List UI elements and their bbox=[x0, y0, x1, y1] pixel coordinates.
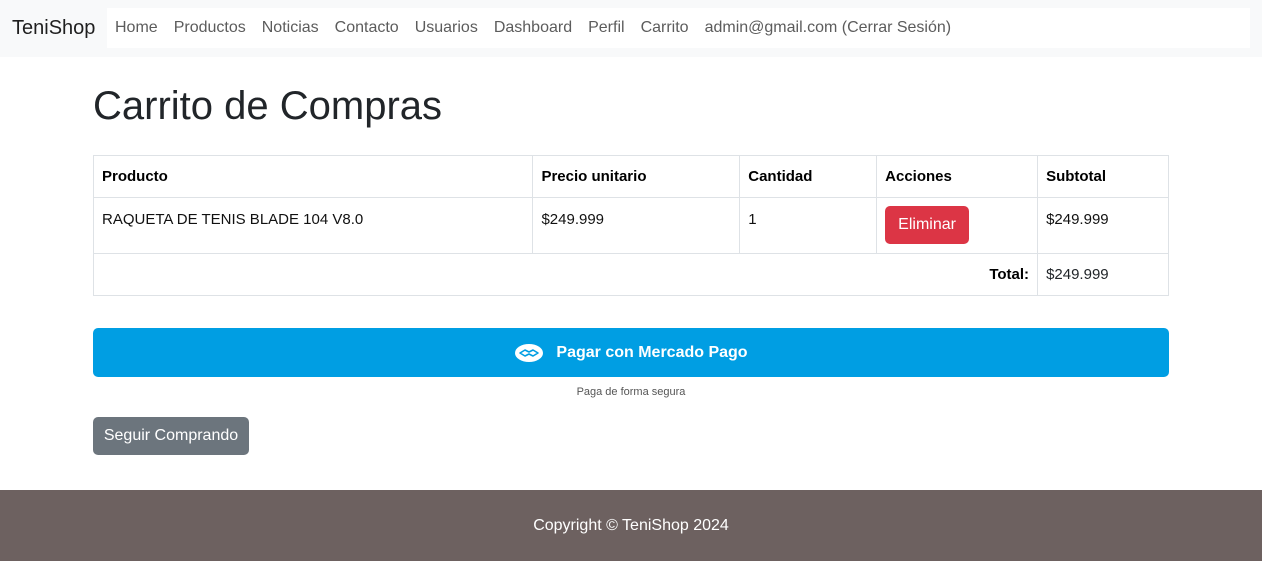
nav-home[interactable]: Home bbox=[107, 19, 166, 37]
navbar: TeniShop Home Productos Noticias Contact… bbox=[0, 0, 1262, 57]
nav-logout[interactable]: admin@gmail.com (Cerrar Sesión) bbox=[697, 19, 960, 37]
footer: Copyright © TeniShop 2024 bbox=[0, 490, 1262, 561]
continue-shopping-button[interactable]: Seguir Comprando bbox=[93, 417, 249, 455]
nav-links: Home Productos Noticias Contacto Usuario… bbox=[107, 8, 1250, 48]
nav-contacto[interactable]: Contacto bbox=[327, 19, 407, 37]
nav-carrito[interactable]: Carrito bbox=[633, 19, 697, 37]
brand-link[interactable]: TeniShop bbox=[12, 17, 95, 40]
header-acciones: Acciones bbox=[876, 155, 1039, 198]
cell-product: RAQUETA DE TENIS BLADE 104 V8.0 bbox=[92, 197, 534, 254]
cell-subtotal: $249.999 bbox=[1037, 197, 1169, 254]
cell-actions: Eliminar bbox=[876, 197, 1039, 254]
mercado-pago-button[interactable]: Pagar con Mercado Pago bbox=[93, 328, 1169, 377]
nav-noticias[interactable]: Noticias bbox=[254, 19, 327, 37]
cart-table: Producto Precio unitario Cantidad Accion… bbox=[92, 155, 1169, 296]
header-cantidad: Cantidad bbox=[739, 155, 878, 198]
table-row: RAQUETA DE TENIS BLADE 104 V8.0 $249.999… bbox=[92, 197, 1169, 254]
header-subtotal: Subtotal bbox=[1037, 155, 1169, 198]
table-header-row: Producto Precio unitario Cantidad Accion… bbox=[92, 155, 1169, 198]
nav-usuarios[interactable]: Usuarios bbox=[407, 19, 486, 37]
header-precio: Precio unitario bbox=[532, 155, 741, 198]
mercado-pago-label: Pagar con Mercado Pago bbox=[556, 343, 748, 361]
total-value: $249.999 bbox=[1037, 253, 1169, 296]
total-row: Total: $249.999 bbox=[92, 253, 1169, 296]
secure-note: Paga de forma segura bbox=[576, 386, 686, 398]
header-producto: Producto bbox=[92, 155, 534, 198]
handshake-icon bbox=[514, 343, 544, 363]
footer-copyright: Copyright © TeniShop 2024 bbox=[533, 516, 729, 534]
cell-quantity: 1 bbox=[739, 197, 878, 254]
remove-item-button[interactable]: Eliminar bbox=[885, 206, 969, 244]
nav-dashboard[interactable]: Dashboard bbox=[486, 19, 580, 37]
cell-unit-price: $249.999 bbox=[532, 197, 741, 254]
page-title: Carrito de Compras bbox=[93, 84, 443, 128]
nav-productos[interactable]: Productos bbox=[166, 19, 254, 37]
total-label: Total: bbox=[92, 253, 1039, 296]
nav-perfil[interactable]: Perfil bbox=[580, 19, 632, 37]
